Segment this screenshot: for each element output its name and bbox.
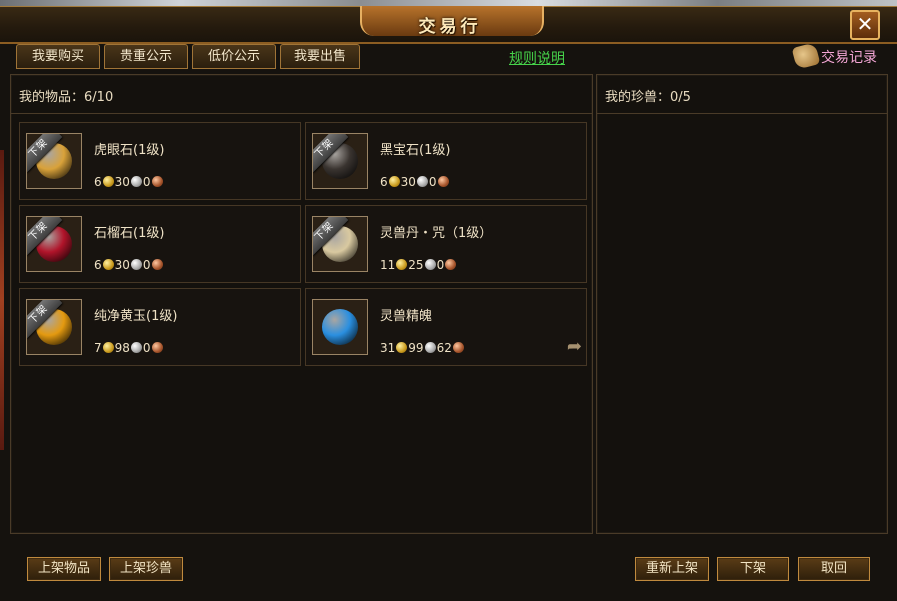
copper-coin-icon bbox=[452, 342, 464, 353]
copper-amount: 0 bbox=[142, 341, 151, 355]
silver-amount: 99 bbox=[408, 341, 424, 355]
silver-coin-icon bbox=[130, 342, 142, 353]
tab-buy[interactable]: 我要购买 bbox=[16, 44, 100, 69]
tab-sell[interactable]: 我要出售 bbox=[280, 44, 360, 69]
copper-coin-icon bbox=[151, 342, 163, 353]
gold-amount: 6 bbox=[94, 175, 102, 189]
gold-amount: 11 bbox=[380, 258, 396, 272]
copper-amount: 62 bbox=[436, 341, 452, 355]
item-price: 6 30 0 bbox=[94, 258, 164, 272]
item-name: 灵兽精魄 bbox=[380, 309, 433, 324]
silver-amount: 98 bbox=[114, 341, 130, 355]
rules-link[interactable]: 规则说明 bbox=[509, 48, 565, 68]
pets-count-label: 我的珍兽：0/5 bbox=[605, 86, 691, 105]
items-panel: 我的物品：6/10 下架 虎眼石(1级) 6 30 0 下架 黑宝石(1级) 6 30 0 下架 石榴… bbox=[10, 74, 593, 534]
silver-amount: 30 bbox=[114, 258, 130, 272]
silver-coin-icon bbox=[416, 176, 428, 187]
tab-low-price-notice[interactable]: 低价公示 bbox=[192, 44, 276, 69]
gold-coin-icon bbox=[388, 176, 400, 187]
item-name: 石榴石(1级) bbox=[94, 226, 165, 241]
silver-coin-icon bbox=[424, 342, 436, 353]
gold-amount: 6 bbox=[380, 175, 388, 189]
copper-coin-icon bbox=[151, 259, 163, 270]
item-name: 纯净黄玉(1级) bbox=[94, 309, 178, 324]
copper-amount: 0 bbox=[142, 175, 151, 189]
gold-amount: 6 bbox=[94, 258, 102, 272]
list-item-button[interactable]: 上架物品 bbox=[27, 557, 101, 581]
silver-coin-icon bbox=[130, 176, 142, 187]
side-decoration bbox=[0, 150, 4, 450]
gold-coin-icon bbox=[396, 342, 408, 353]
topaz-icon: 下架 bbox=[26, 299, 82, 355]
tiger-eye-stone-icon: 下架 bbox=[26, 133, 82, 189]
list-pet-button[interactable]: 上架珍兽 bbox=[109, 557, 183, 581]
copper-amount: 0 bbox=[428, 175, 437, 189]
pets-count-value: 0/5 bbox=[670, 90, 691, 105]
tab-valuable-notice[interactable]: 贵重公示 bbox=[104, 44, 188, 69]
window-title: 交易行 bbox=[418, 17, 482, 37]
share-arrow-icon[interactable]: ➦ bbox=[567, 336, 582, 357]
item-name: 虎眼石(1级) bbox=[94, 143, 165, 158]
item-name: 灵兽丹・咒（1级） bbox=[380, 226, 493, 241]
gold-amount: 7 bbox=[94, 341, 102, 355]
item-price: 7 98 0 bbox=[94, 341, 164, 355]
copper-amount: 0 bbox=[142, 258, 151, 272]
spirit-essence-icon bbox=[312, 299, 368, 355]
silver-amount: 30 bbox=[114, 175, 130, 189]
gold-coin-icon bbox=[102, 176, 114, 187]
item-price: 6 30 0 bbox=[380, 175, 450, 189]
silver-coin-icon bbox=[424, 259, 436, 270]
copper-amount: 0 bbox=[436, 258, 445, 272]
copper-coin-icon bbox=[151, 176, 163, 187]
gold-coin-icon bbox=[102, 342, 114, 353]
gold-coin-icon bbox=[396, 259, 408, 270]
trade-log-label: 交易记录 bbox=[821, 50, 877, 66]
black-gem-icon: 下架 bbox=[312, 133, 368, 189]
item-price: 6 30 0 bbox=[94, 175, 164, 189]
delist-button[interactable]: 下架 bbox=[717, 557, 789, 581]
pets-label-text: 我的珍兽： bbox=[605, 90, 671, 105]
close-button[interactable]: ✕ bbox=[850, 10, 880, 40]
gold-coin-icon bbox=[102, 259, 114, 270]
item-icon-art bbox=[322, 309, 358, 345]
item-card[interactable]: 下架 黑宝石(1级) 6 30 0 bbox=[305, 122, 587, 200]
item-card[interactable]: 灵兽精魄 31 99 62 ➦ bbox=[305, 288, 587, 366]
item-card[interactable]: 下架 石榴石(1级) 6 30 0 bbox=[19, 205, 301, 283]
items-panel-header: 我的物品：6/10 bbox=[11, 75, 592, 114]
retrieve-button[interactable]: 取回 bbox=[798, 557, 870, 581]
item-price: 11 25 0 bbox=[380, 258, 457, 272]
item-name: 黑宝石(1级) bbox=[380, 143, 451, 158]
items-label-text: 我的物品： bbox=[19, 90, 85, 105]
pets-panel: 我的珍兽：0/5 bbox=[596, 74, 888, 534]
crystal-ball-icon: 下架 bbox=[312, 216, 368, 272]
item-card[interactable]: 下架 灵兽丹・咒（1级） 11 25 0 bbox=[305, 205, 587, 283]
item-card[interactable]: 下架 虎眼石(1级) 6 30 0 bbox=[19, 122, 301, 200]
garnet-icon: 下架 bbox=[26, 216, 82, 272]
item-price: 31 99 62 bbox=[380, 341, 465, 355]
silver-coin-icon bbox=[130, 259, 142, 270]
gold-amount: 31 bbox=[380, 341, 396, 355]
item-card[interactable]: 下架 纯净黄玉(1级) 7 98 0 bbox=[19, 288, 301, 366]
copper-coin-icon bbox=[445, 259, 457, 270]
items-count-value: 6/10 bbox=[84, 90, 114, 105]
copper-coin-icon bbox=[437, 176, 449, 187]
items-count-label: 我的物品：6/10 bbox=[19, 86, 113, 105]
pets-panel-header: 我的珍兽：0/5 bbox=[597, 75, 887, 114]
silver-amount: 25 bbox=[408, 258, 424, 272]
relist-button[interactable]: 重新上架 bbox=[635, 557, 709, 581]
silver-amount: 30 bbox=[400, 175, 416, 189]
